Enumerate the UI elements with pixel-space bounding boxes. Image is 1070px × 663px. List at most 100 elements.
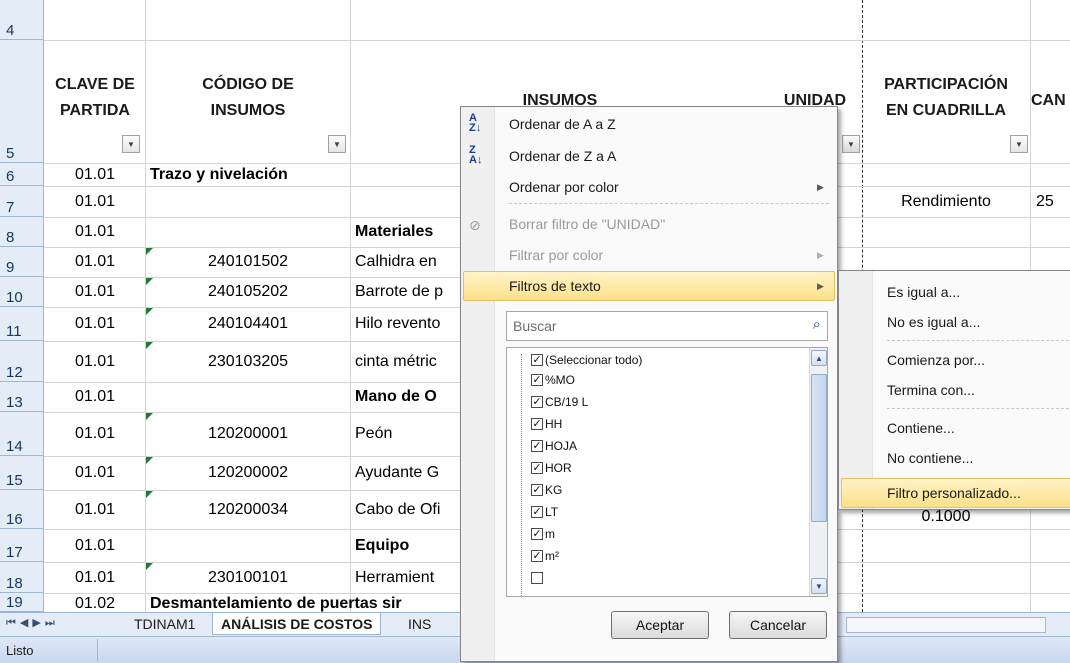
menu-text-filters[interactable]: Filtros de texto (509, 271, 601, 301)
cell-insumo[interactable]: Hilo revento (355, 307, 460, 341)
checkbox-icon[interactable]: ✓ (531, 354, 543, 366)
cell-clave[interactable]: 01.01 (45, 307, 145, 341)
filter-dropdown-button[interactable]: ▼ (1010, 135, 1028, 153)
checkbox-icon[interactable] (531, 572, 543, 584)
cell-codigo[interactable]: 240104401 (146, 307, 350, 341)
cell-codigo[interactable]: 120200001 (146, 412, 350, 456)
list-item[interactable]: ✓ HOJA (513, 436, 577, 456)
filter-dropdown-button[interactable]: ▼ (328, 135, 346, 153)
cell-clave[interactable]: 01.01 (45, 490, 145, 529)
tab-nav-arrows[interactable]: ⏮◀▶⏭ (6, 616, 59, 630)
menu-clear-filter[interactable]: Borrar filtro de "UNIDAD" (509, 209, 665, 239)
submenu-not-contains[interactable]: No contiene... (887, 443, 973, 473)
checkbox-icon[interactable]: ✓ (531, 374, 543, 386)
scroll-thumb[interactable] (811, 374, 827, 522)
menu-sort-by-color[interactable]: Ordenar por color (509, 172, 619, 202)
list-item[interactable]: ✓ CB/19 L (513, 392, 588, 412)
submenu-not-equals[interactable]: No es igual a... (887, 307, 980, 337)
submenu-begins-with[interactable]: Comienza por... (887, 345, 985, 375)
cell-codigo[interactable]: 230103205 (146, 341, 350, 382)
submenu-custom-filter[interactable]: Filtro personalizado... (887, 478, 1021, 508)
list-item[interactable]: ✓ m² (513, 546, 559, 566)
cell-clave[interactable]: 01.01 (45, 247, 145, 277)
cell-insumo[interactable]: Materiales (355, 217, 460, 247)
list-item[interactable]: ✓ m (513, 524, 555, 544)
cell-codigo[interactable]: 120200034 (146, 490, 350, 529)
checkbox-icon[interactable]: ✓ (531, 440, 543, 452)
horizontal-scrollbar[interactable] (846, 617, 1046, 633)
search-icon[interactable]: ⌕ (813, 316, 821, 333)
accept-button[interactable]: Aceptar (611, 611, 709, 639)
cell-clave[interactable]: 01.02 (45, 596, 145, 612)
row-header[interactable]: 19 (0, 593, 44, 612)
cell-clave[interactable]: 01.01 (45, 529, 145, 562)
cell-codigo[interactable]: 240101502 (146, 247, 350, 277)
row-header[interactable]: 18 (0, 562, 44, 593)
menu-sort-za[interactable]: Ordenar de Z a A (509, 141, 616, 171)
row-header[interactable]: 9 (0, 247, 44, 277)
cell-clave[interactable]: 01.01 (45, 186, 145, 217)
cell-insumo[interactable]: Calhidra en (355, 247, 460, 277)
cell-clave[interactable]: 01.01 (45, 163, 145, 186)
submenu-equals[interactable]: Es igual a... (887, 277, 960, 307)
cell-clave[interactable]: 01.01 (45, 382, 145, 412)
cell-insumo[interactable]: Barrote de p (355, 277, 460, 307)
checkbox-icon[interactable]: ✓ (531, 550, 543, 562)
row-header[interactable]: 14 (0, 412, 44, 456)
filter-dropdown-button-active[interactable]: ▼ (842, 135, 860, 153)
list-item[interactable]: ✓ HOR (513, 458, 572, 478)
cell-insumo[interactable]: Herramient (355, 562, 460, 593)
scroll-up-icon[interactable]: ▲ (811, 350, 827, 366)
checkbox-icon[interactable]: ✓ (531, 462, 543, 474)
cell-insumo[interactable]: Equipo (355, 529, 460, 562)
cell-insumo[interactable]: Desmantelamiento de puertas sir (150, 596, 460, 612)
row-header[interactable]: 6 (0, 163, 44, 186)
menu-filter-by-color[interactable]: Filtrar por color (509, 240, 603, 270)
row-header[interactable]: 7 (0, 186, 44, 217)
cell-insumo[interactable]: Ayudante G (355, 456, 460, 490)
cell-clave[interactable]: 01.01 (45, 217, 145, 247)
row-header[interactable]: 4 (0, 0, 44, 40)
list-item[interactable] (513, 568, 545, 588)
checkbox-icon[interactable]: ✓ (531, 506, 543, 518)
tab-analisis-de-costos[interactable]: ANÁLISIS DE COSTOS (212, 613, 382, 635)
submenu-ends-with[interactable]: Termina con... (887, 375, 975, 405)
list-scrollbar[interactable]: ▲ ▼ (809, 348, 827, 596)
checkbox-icon[interactable]: ✓ (531, 484, 543, 496)
row-header[interactable]: 15 (0, 456, 44, 490)
cell-codigo[interactable]: 120200002 (146, 456, 350, 490)
checkbox-icon[interactable]: ✓ (531, 418, 543, 430)
filter-dropdown-button[interactable]: ▼ (122, 135, 140, 153)
cell-insumo[interactable]: Mano de O (355, 382, 460, 412)
filter-values-list[interactable]: ✓ (Seleccionar todo) ✓ %MO ✓ CB/19 L ✓ HH ✓ H… (506, 347, 828, 597)
cancel-button[interactable]: Cancelar (729, 611, 827, 639)
scroll-down-icon[interactable]: ▼ (811, 578, 827, 594)
list-item[interactable]: ✓ %MO (513, 370, 575, 390)
cell-codigo[interactable]: 230100101 (146, 562, 350, 593)
cell-cantidad[interactable]: 25 (1036, 186, 1070, 217)
cell-insumo[interactable]: cinta métric (355, 341, 460, 382)
row-header[interactable]: 13 (0, 382, 44, 412)
cell-insumo[interactable]: Peón (355, 412, 460, 456)
list-item[interactable]: ✓ HH (513, 414, 562, 434)
menu-sort-az[interactable]: Ordenar de A a Z (509, 109, 616, 139)
cell-clave[interactable]: 01.01 (45, 277, 145, 307)
tab-tdinam1[interactable]: TDINAM1 (126, 613, 203, 635)
cell-clave[interactable]: 01.01 (45, 456, 145, 490)
submenu-contains[interactable]: Contiene... (887, 413, 955, 443)
row-header[interactable]: 5 (0, 40, 44, 163)
checkbox-icon[interactable]: ✓ (531, 528, 543, 540)
row-header[interactable]: 10 (0, 277, 44, 307)
list-item[interactable]: ✓ LT (513, 502, 558, 522)
cell-clave[interactable]: 01.01 (45, 562, 145, 593)
list-item[interactable]: ✓ KG (513, 480, 562, 500)
cell-insumo[interactable]: Cabo de Ofi (355, 490, 460, 529)
row-header[interactable]: 8 (0, 217, 44, 247)
tab-ins[interactable]: INS (400, 613, 439, 635)
checkbox-icon[interactable]: ✓ (531, 396, 543, 408)
cell-participacion[interactable]: Rendimiento (863, 186, 1029, 217)
list-item-select-all[interactable]: ✓ (Seleccionar todo) (513, 350, 642, 370)
cell-codigo[interactable]: 240105202 (146, 277, 350, 307)
cell-clave[interactable]: 01.01 (45, 341, 145, 382)
cell-insumo[interactable]: Trazo y nivelación (150, 163, 450, 186)
